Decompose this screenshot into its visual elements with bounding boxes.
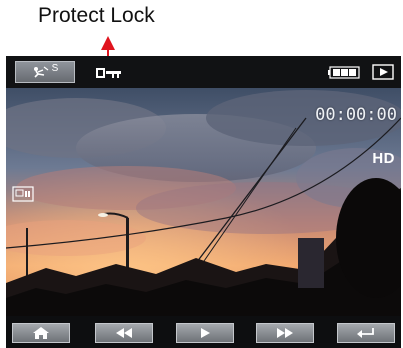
timecode: 00:00:00 [315, 105, 397, 125]
fast-forward-icon [277, 328, 293, 338]
fast-forward-button[interactable] [256, 323, 314, 343]
rewind-button[interactable] [95, 323, 153, 343]
hd-quality-badge: HD [372, 150, 395, 167]
top-status-bar: S [6, 56, 401, 88]
play-icon [201, 328, 210, 338]
file-icon [12, 186, 34, 202]
scene-mode-button[interactable]: S [15, 61, 75, 83]
play-button[interactable] [176, 323, 234, 343]
return-button[interactable] [337, 323, 395, 343]
playback-mode-icon [372, 64, 394, 80]
rewind-icon [116, 328, 132, 338]
battery-icon [328, 66, 360, 79]
camera-screen: S 00:00:00 HD [6, 56, 401, 348]
protect-lock-icon [96, 68, 121, 78]
playback-controls-bar [6, 316, 401, 348]
scene-mode-superscript: S [51, 63, 59, 74]
return-icon [357, 328, 374, 338]
callout-label: Protect Lock [38, 4, 155, 27]
scene-mode-icon [33, 66, 49, 78]
home-icon [33, 327, 49, 339]
home-button[interactable] [12, 323, 70, 343]
